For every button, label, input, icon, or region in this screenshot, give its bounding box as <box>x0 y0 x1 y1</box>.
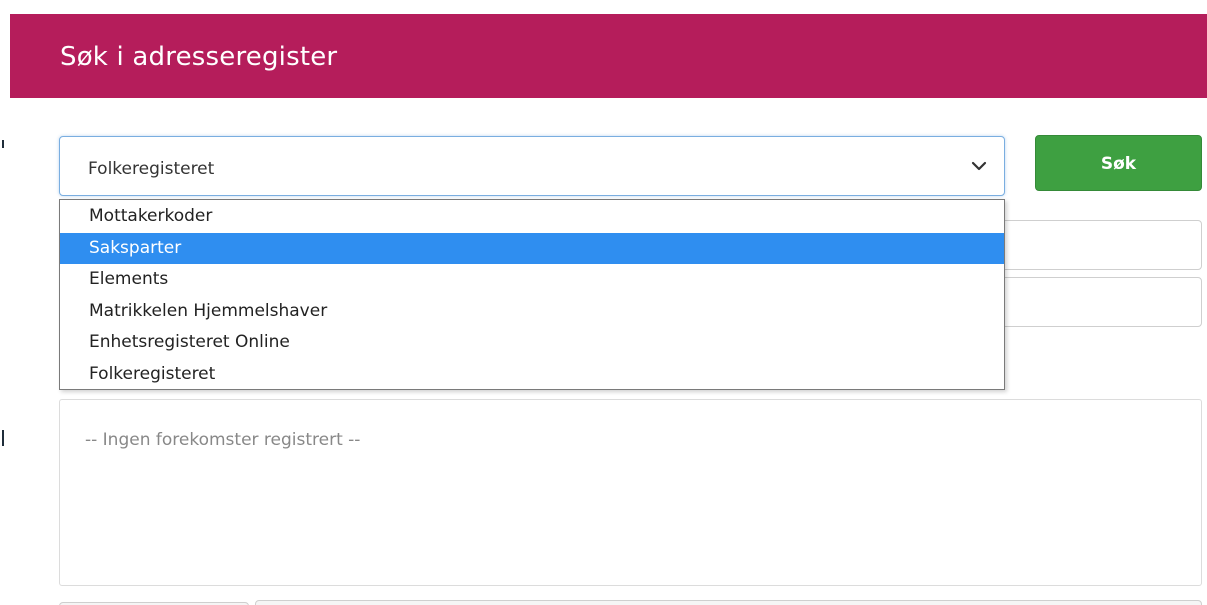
chevron-down-icon <box>971 161 987 171</box>
bottom-control-right[interactable] <box>255 600 1202 605</box>
dialog-title: Søk i adresseregister <box>60 42 338 72</box>
dropdown-option-folkeregisteret[interactable]: Folkeregisteret <box>60 359 1004 391</box>
dropdown-option-matrikkelen-hjemmelshaver[interactable]: Matrikkelen Hjemmelshaver <box>60 296 1004 328</box>
background-edge <box>0 0 10 605</box>
dialog-header: Søk i adresseregister <box>10 14 1207 98</box>
edge-mark <box>2 140 4 148</box>
registry-dropdown-list: Mottakerkoder Saksparter Elements Matrik… <box>59 199 1005 390</box>
registry-select[interactable]: Folkeregisteret <box>59 136 1005 196</box>
results-empty-message: -- Ingen forekomster registrert -- <box>85 430 361 450</box>
dropdown-option-enhetsregisteret-online[interactable]: Enhetsregisteret Online <box>60 327 1004 359</box>
dropdown-option-elements[interactable]: Elements <box>60 264 1004 296</box>
dropdown-option-saksparter[interactable]: Saksparter <box>60 232 1004 264</box>
edge-mark <box>2 430 4 446</box>
search-button[interactable]: Søk <box>1035 135 1202 191</box>
results-panel: -- Ingen forekomster registrert -- <box>59 399 1202 586</box>
dropdown-option-mottakerkoder[interactable]: Mottakerkoder <box>60 201 1004 233</box>
address-register-dialog: Søk i adresseregister Folkeregisteret Sø… <box>0 0 1207 605</box>
registry-select-value: Folkeregisteret <box>88 159 215 179</box>
